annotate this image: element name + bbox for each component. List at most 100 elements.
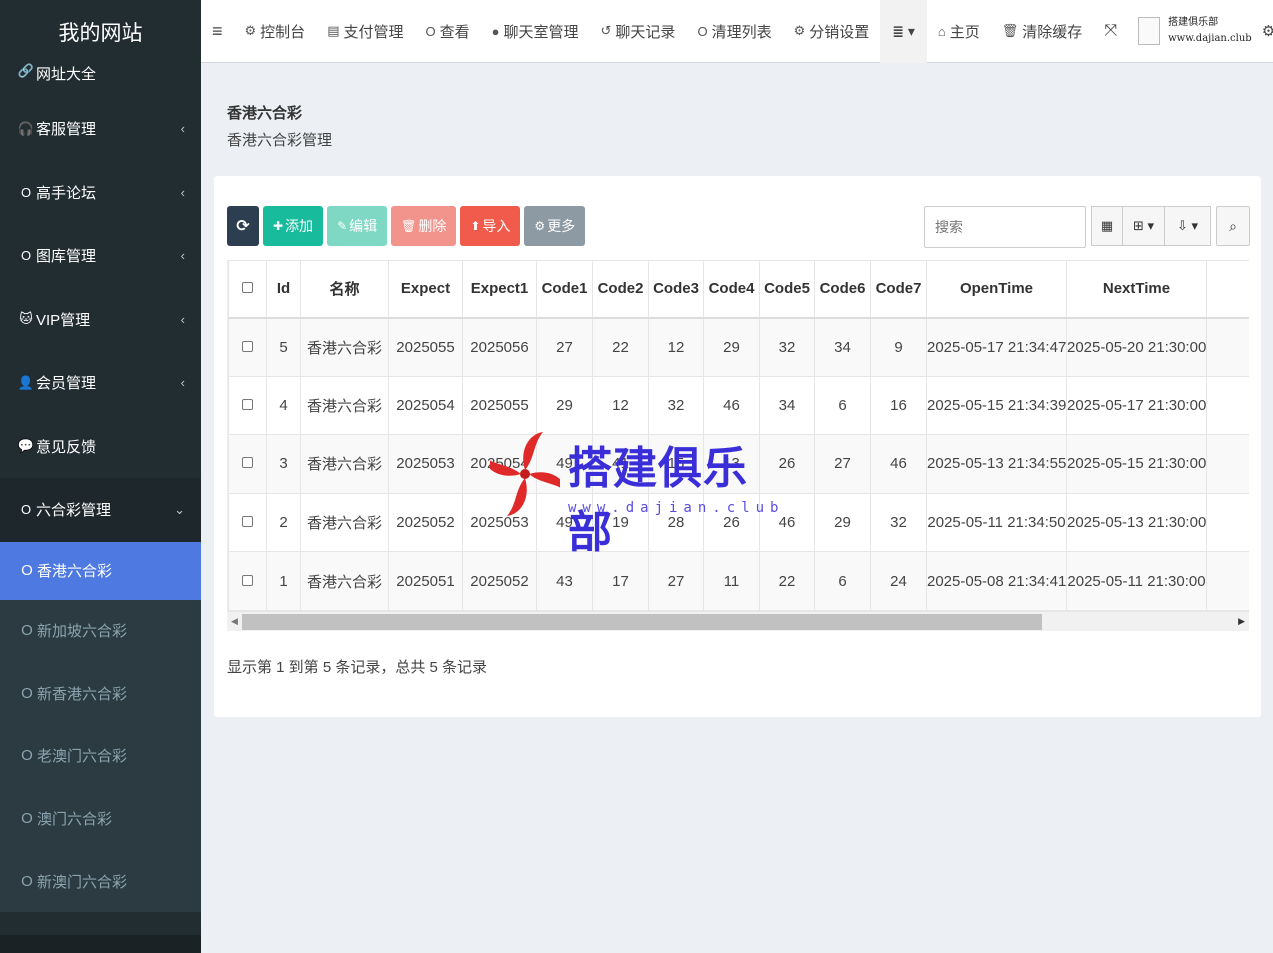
row-checkbox[interactable] (242, 457, 253, 469)
sidebar-item-label: 客服管理 (36, 121, 97, 139)
data-panel: ⟳ ✚添加 ✎编辑 🗑删除 ⬆导入 ⚙更多 ▦ ⊞ ▾ ⇩ ▾ ⌕ Id名称Ex… (214, 176, 1261, 717)
column-header[interactable] (1206, 260, 1249, 319)
scrollbar-thumb[interactable] (242, 614, 1042, 630)
sidebar-item-4[interactable]: 🐱 VIP管理 ‹ (0, 288, 201, 352)
table-row[interactable]: 4 香港六合彩 2025054 2025055 29 12 32 46 34 6 16 2025-05… (228, 375, 1249, 436)
toggle-view-button[interactable]: ▦ (1091, 206, 1123, 246)
clear-cache-button[interactable]: 🗑 清除缓存 (991, 0, 1094, 63)
settings-button[interactable]: ⚙ (1258, 0, 1273, 63)
table-cell: 26 (703, 492, 760, 553)
sidebar-item-5[interactable]: 👤 会员管理 ‹ (0, 351, 201, 415)
sidebar-item-3[interactable]: O 图库管理 ‹ (0, 224, 201, 288)
brand-url: www.dajian.club (1168, 33, 1252, 44)
table-cell: 49 (536, 434, 593, 494)
chevron-icon: ‹ (180, 121, 185, 137)
refresh-icon: ⟳ (236, 218, 250, 235)
more-nav-dropdown[interactable]: ≣ ▾ (880, 0, 927, 63)
table-cell: 6 (814, 551, 871, 611)
table-cell: 2025- (1206, 492, 1249, 553)
submenu-item-4[interactable]: O 澳门六合彩 (0, 787, 201, 850)
dashboard-icon: ⚙ (244, 23, 257, 38)
export-button[interactable]: ⇩ ▾ (1165, 206, 1211, 246)
search-button[interactable]: ⌕ (1216, 206, 1250, 246)
row-checkbox[interactable] (242, 398, 253, 410)
column-header[interactable]: Code4 (703, 260, 760, 319)
site-logo[interactable]: 我的网站 (0, 0, 201, 63)
nav-tab-1[interactable]: ▤ 支付管理 (316, 0, 414, 63)
column-header[interactable]: NextTime (1066, 260, 1207, 319)
table-cell: 2025-05-20 21:30:00 (1066, 317, 1207, 377)
table-cell: 香港六合彩 (300, 492, 389, 553)
edit-button[interactable]: ✎ 编辑 (327, 206, 388, 246)
nav-tab-5[interactable]: O 清理列表 (686, 0, 782, 63)
import-button[interactable]: ⬆ 导入 (460, 206, 521, 246)
table-cell: 5 (266, 317, 301, 377)
submenu-item-3[interactable]: O 老澳门六合彩 (0, 725, 201, 788)
row-checkbox[interactable] (242, 340, 253, 352)
sidebar-item-0[interactable]: 🔗 网址大全 (0, 63, 201, 97)
column-header[interactable]: Code5 (759, 260, 815, 319)
table-cell: 2025-05-15 21:34:39 (926, 375, 1067, 436)
column-header[interactable]: Code7 (870, 260, 927, 319)
chevron-icon: ‹ (180, 248, 185, 264)
table-row[interactable]: 5 香港六合彩 2025055 2025056 27 22 12 29 32 34 9 2025-05… (228, 317, 1249, 377)
sidebar-item-1[interactable]: 🎧 客服管理 ‹ (0, 97, 201, 161)
sidebar-item-6[interactable]: 💬 意见反馈 (0, 415, 201, 479)
user-brand[interactable]: 搭建俱乐部 www.dajian.club (1128, 0, 1258, 63)
add-button[interactable]: ✚ 添加 (263, 206, 324, 246)
submenu-item-1[interactable]: O 新加坡六合彩 (0, 600, 201, 663)
nav-tab-6[interactable]: ⚙ 分销设置 (783, 0, 881, 63)
columns-button[interactable]: ⊞ ▾ (1123, 206, 1165, 246)
nav-tab-0[interactable]: ⚙ 控制台 (234, 0, 317, 63)
nav-tab-label: 聊天室管理 (503, 23, 579, 41)
sidebar-item-label: 六合彩管理 (36, 502, 112, 520)
column-header[interactable]: Expect (388, 260, 463, 319)
column-header[interactable]: Code1 (536, 260, 593, 319)
sidebar-item-2[interactable]: O 高手论坛 ‹ (0, 161, 201, 225)
table-row[interactable]: 1 香港六合彩 2025051 2025052 43 17 27 11 22 6 24 2025-05… (228, 551, 1249, 611)
sidebar-item-label: 高手论坛 (36, 184, 97, 202)
scroll-left-icon[interactable]: ◀ (231, 616, 238, 627)
table-cell: 29 (814, 492, 871, 553)
column-header[interactable]: Code3 (648, 260, 704, 319)
column-header[interactable]: Code6 (814, 260, 871, 319)
nav-tab-2[interactable]: O 查看 (415, 0, 481, 63)
fullscreen-button[interactable]: ⤧ (1093, 0, 1128, 63)
table-cell: 2025-05-13 21:30:00 (1066, 492, 1207, 553)
scroll-right-icon[interactable]: ▶ (1238, 616, 1245, 627)
table-cell: 26 (759, 434, 815, 494)
nav-tab-4[interactable]: ↺ 聊天记录 (590, 0, 687, 63)
page-title: 香港六合彩 (227, 105, 303, 122)
table-cell: 2025051 (388, 551, 463, 611)
table-row[interactable]: 3 香港六合彩 2025053 2025054 49 41 15 13 26 27 46 2025-0… (228, 434, 1249, 494)
circle-icon: O (21, 684, 33, 702)
row-checkbox[interactable] (242, 516, 253, 528)
column-header[interactable]: Expect1 (462, 260, 537, 319)
column-header[interactable]: 名称 (300, 260, 389, 319)
horizontal-scrollbar[interactable]: ◀ ▶ (227, 611, 1249, 631)
more-button[interactable]: ⚙ 更多 (524, 206, 586, 246)
sidebar-item-7[interactable]: O 六合彩管理 ⌄ (0, 478, 201, 542)
column-header[interactable]: Code2 (592, 260, 649, 319)
home-link[interactable]: ⌂ 主页 (927, 0, 991, 63)
sidebar-toggle-button[interactable]: ≡ (201, 0, 234, 63)
table-tools: ▦ ⊞ ▾ ⇩ ▾ (1091, 206, 1211, 246)
column-header[interactable]: OpenTime (926, 260, 1067, 319)
row-checkbox[interactable] (242, 574, 253, 586)
refresh-button[interactable]: ⟳ (227, 206, 259, 246)
table-cell: 11 (703, 551, 760, 611)
search-input[interactable] (924, 206, 1086, 248)
submenu-item-2[interactable]: O 新香港六合彩 (0, 662, 201, 725)
nav-tab-3[interactable]: ● 聊天室管理 (481, 0, 590, 63)
submenu-item-5[interactable]: O 新澳门六合彩 (0, 850, 201, 913)
table-cell: 34 (759, 375, 815, 436)
headset-icon: 🎧 (17, 120, 35, 136)
submenu-item-0[interactable]: O 香港六合彩 (0, 541, 201, 600)
select-all-checkbox[interactable] (242, 282, 253, 294)
delete-button[interactable]: 🗑 删除 (391, 206, 457, 246)
table-cell: 16 (870, 375, 927, 436)
table-cell: 2025053 (388, 434, 463, 494)
column-header[interactable]: Id (266, 260, 301, 319)
table-row[interactable]: 2 香港六合彩 2025052 2025053 49 19 28 26 46 29 32 2025-0… (228, 492, 1249, 553)
table-cell: 香港六合彩 (300, 434, 389, 494)
